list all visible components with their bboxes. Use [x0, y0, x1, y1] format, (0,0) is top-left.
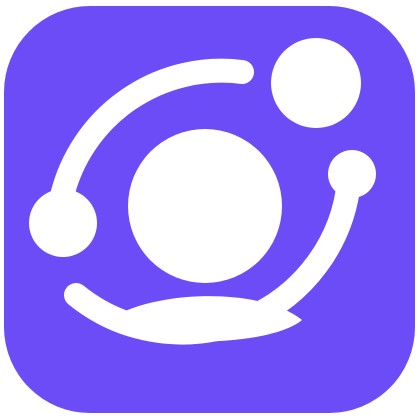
user-head	[128, 129, 282, 283]
user-orbit-icon	[4, 6, 415, 413]
satellite-left	[29, 189, 97, 257]
satellite-large	[271, 38, 361, 128]
satellite-right	[328, 150, 376, 198]
app-icon[interactable]	[0, 0, 419, 419]
